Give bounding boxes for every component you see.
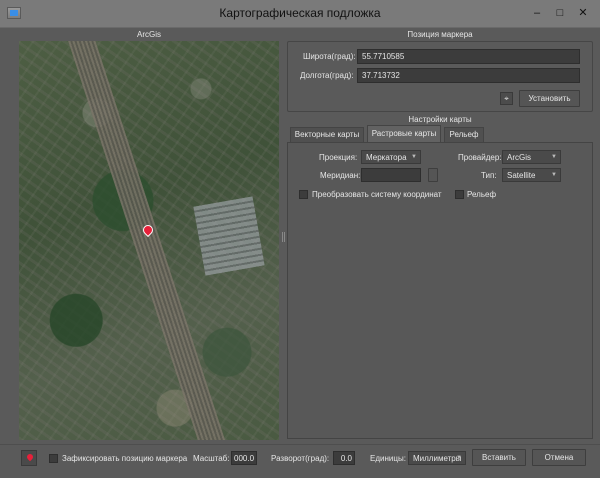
set-position-button[interactable]: Установить: [519, 90, 580, 107]
rotation-label: Разворот(град):: [271, 454, 330, 463]
rotation-input[interactable]: 0.0: [333, 451, 355, 465]
chevron-down-icon: ▼: [551, 172, 557, 178]
provider-select[interactable]: ArcGis ▼: [502, 150, 561, 164]
units-select[interactable]: Миллиметры ▼: [408, 451, 466, 465]
convert-coords-label: Преобразовать систему координат: [312, 190, 442, 199]
type-label: Тип:: [481, 171, 497, 180]
satellite-map[interactable]: [19, 41, 279, 440]
panel-splitter[interactable]: [282, 232, 285, 242]
cancel-button[interactable]: Отмена: [532, 449, 586, 466]
raster-maps-panel: [287, 142, 593, 439]
type-select[interactable]: Satellite ▼: [502, 168, 561, 182]
tab-relief[interactable]: Рельеф: [444, 127, 484, 142]
convert-coords-checkbox[interactable]: [299, 190, 308, 199]
meridian-label: Меридиан:: [320, 171, 361, 180]
chevron-down-icon: ▼: [456, 455, 462, 461]
window-title: Картографическая подложка: [219, 6, 381, 20]
insert-button[interactable]: Вставить: [472, 449, 526, 466]
marker-position-title: Позиция маркера: [407, 30, 473, 39]
units-value: Миллиметры: [413, 454, 462, 463]
fix-marker-checkbox[interactable]: [49, 454, 58, 463]
longitude-input[interactable]: 37.713732: [357, 68, 580, 83]
crosshair-icon[interactable]: ⌖: [500, 92, 513, 105]
chevron-down-icon: ▼: [411, 154, 417, 160]
map-panel-title: ArcGis: [137, 30, 161, 39]
close-button[interactable]: ✕: [572, 6, 594, 20]
provider-value: ArcGis: [507, 153, 531, 162]
scale-label: Масштаб:: [193, 454, 230, 463]
relief-label: Рельеф: [467, 190, 497, 199]
minimize-button[interactable]: –: [530, 6, 544, 20]
type-value: Satellite: [507, 171, 536, 180]
chevron-down-icon: ▼: [551, 154, 557, 160]
relief-checkbox[interactable]: [455, 190, 464, 199]
meridian-input[interactable]: [361, 168, 421, 182]
projection-label: Проекция:: [319, 153, 358, 162]
projection-value: Меркатора: [366, 153, 407, 162]
scale-input[interactable]: 000.0: [231, 451, 257, 465]
window-titlebar: Картографическая подложка – □ ✕: [0, 0, 600, 28]
marker-toggle-button[interactable]: [21, 450, 37, 466]
longitude-label: Долгота(град):: [300, 71, 354, 80]
projection-select[interactable]: Меркатора ▼: [361, 150, 421, 164]
map-industrial-area: [193, 196, 265, 276]
fix-marker-label: Зафиксировать позицию маркера: [62, 454, 188, 463]
maximize-button[interactable]: □: [553, 6, 567, 20]
map-settings-title: Настройки карты: [408, 115, 472, 124]
footer-separator: [0, 444, 600, 445]
latitude-input[interactable]: 55.7710585: [357, 49, 580, 64]
meridian-picker-button[interactable]: [428, 168, 438, 182]
latitude-label: Широта(град):: [303, 52, 356, 61]
tab-raster-maps[interactable]: Растровые карты: [367, 125, 441, 142]
map-pin-icon: [25, 452, 35, 462]
provider-label: Провайдер:: [458, 153, 502, 162]
tab-vector-maps[interactable]: Векторные карты: [290, 127, 364, 142]
units-label: Единицы:: [370, 454, 406, 463]
